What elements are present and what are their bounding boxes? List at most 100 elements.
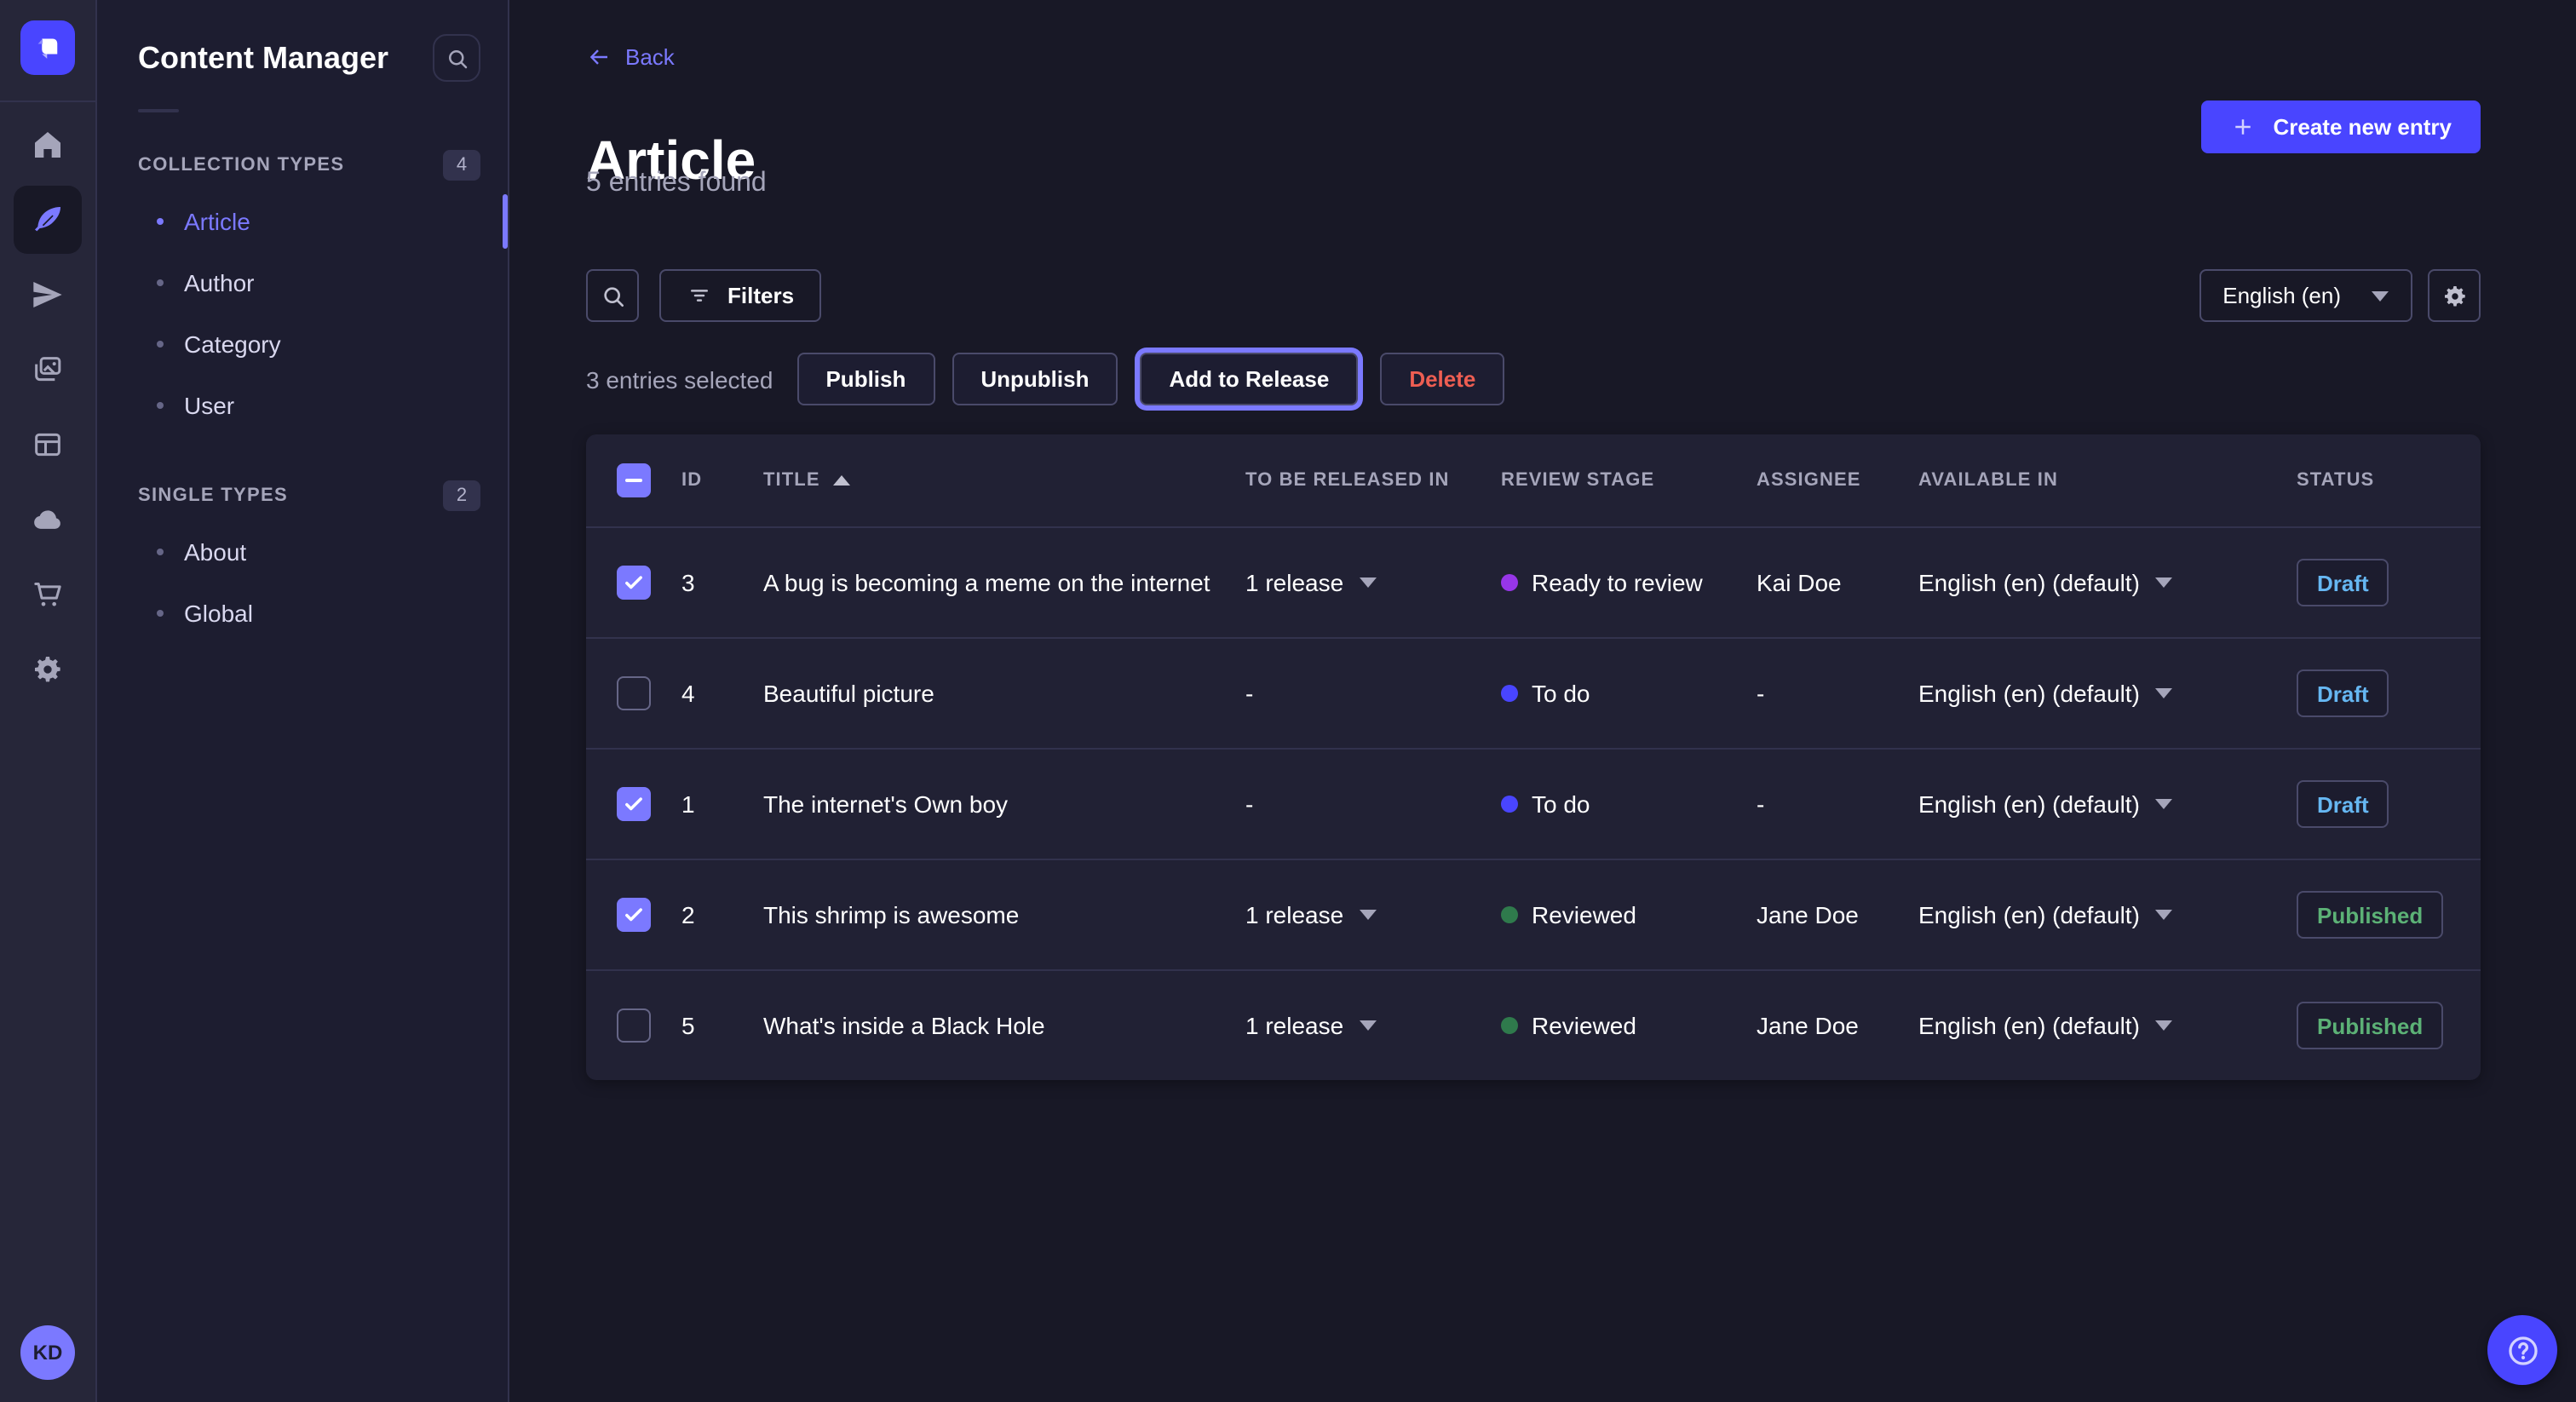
sidebar-item-category[interactable]: Category: [97, 313, 508, 375]
cell-title: Beautiful picture: [763, 680, 1245, 707]
sidebar-item-article[interactable]: Article: [97, 191, 508, 252]
cell-id: 1: [681, 790, 763, 818]
table-row[interactable]: 4 Beautiful picture -To do- English (en) (d…: [586, 637, 2481, 748]
rail-item-settings[interactable]: [14, 635, 82, 704]
table-row[interactable]: 2This shrimp is awesome1 releaseReviewed…: [586, 859, 2481, 969]
locale-dropdown[interactable]: English (en) (default): [1918, 569, 2172, 596]
rail-item-content-manager[interactable]: [14, 186, 82, 254]
sidebar-divider: [138, 109, 179, 112]
create-new-entry-label: Create new entry: [2273, 114, 2452, 140]
add-to-release-button[interactable]: Add to Release: [1140, 353, 1358, 405]
cell-assignee-text: Jane Doe: [1757, 901, 1859, 928]
release-dropdown[interactable]: 1 release: [1245, 1012, 1376, 1039]
locale-dropdown[interactable]: English (en) (default): [1918, 901, 2172, 928]
row-checkbox[interactable]: [617, 787, 651, 821]
unpublish-button[interactable]: Unpublish: [952, 353, 1118, 405]
locale-dropdown[interactable]: English (en) (default): [1918, 1012, 2172, 1039]
review-stage-label: Ready to review: [1532, 569, 1703, 596]
cell-review-stage: Reviewed: [1501, 901, 1757, 928]
table-row[interactable]: 3A bug is becoming a meme on the interne…: [586, 526, 2481, 637]
locale-dropdown[interactable]: English (en) (default): [1918, 790, 2172, 818]
check-icon: [622, 571, 646, 595]
strapi-logo[interactable]: [20, 20, 75, 75]
release-dropdown[interactable]: 1 release: [1245, 569, 1376, 596]
release-dropdown[interactable]: 1 release: [1245, 901, 1376, 928]
table-row[interactable]: 1The internet's Own boy-To do-English (e…: [586, 748, 2481, 859]
locale-select[interactable]: English (en): [2199, 269, 2412, 322]
locale-dropdown[interactable]: English (en) (default): [1918, 680, 2172, 707]
cell-title: A bug is becoming a meme on the internet: [763, 569, 1245, 596]
cell-review-stage: To do: [1501, 680, 1757, 707]
cell-id: 4: [681, 680, 763, 707]
row-checkbox[interactable]: [617, 1008, 651, 1043]
marketplace-icon: [31, 577, 65, 612]
help-button[interactable]: [2487, 1315, 2557, 1385]
delete-button[interactable]: Delete: [1380, 353, 1504, 405]
sidebar-item-global[interactable]: Global: [97, 583, 508, 644]
cell-title-text: A bug is becoming a meme on the internet: [763, 569, 1210, 596]
review-stage-label: To do: [1532, 790, 1590, 818]
sidebar-item-author[interactable]: Author: [97, 252, 508, 313]
release-empty-value: -: [1245, 790, 1253, 818]
rail-item-deploy[interactable]: [14, 261, 82, 329]
app-root: KD Content Manager COLLECTION TYPES4Arti…: [0, 0, 2576, 1402]
rail-item-marketplace[interactable]: [14, 560, 82, 629]
review-stage-dot-icon: [1501, 1017, 1518, 1034]
status-badge: Published: [2297, 1002, 2443, 1049]
cell-title: What's inside a Black Hole: [763, 1012, 1245, 1039]
column-header-label: REVIEW STAGE: [1501, 470, 1654, 491]
sidebar-search-button[interactable]: [433, 34, 480, 82]
rail-item-home[interactable]: [14, 111, 82, 179]
cell-to-be-released-in: 1 release: [1245, 901, 1501, 928]
column-header-id[interactable]: ID: [681, 470, 763, 491]
cell-available-in: English (en) (default): [1918, 1012, 2297, 1039]
back-label: Back: [625, 44, 675, 70]
column-header-review-stage[interactable]: REVIEW STAGE: [1501, 470, 1757, 491]
select-all-checkbox[interactable]: [617, 463, 651, 497]
release-value: 1 release: [1245, 569, 1343, 596]
cell-id-text: 4: [681, 680, 695, 707]
sidebar-item-label: User: [184, 392, 234, 419]
main-content: Back Article 5 entries found Create new …: [511, 0, 2576, 1402]
cell-id: 5: [681, 1012, 763, 1039]
rail-item-media-library[interactable]: [14, 336, 82, 404]
column-header-available-in[interactable]: AVAILABLE IN: [1918, 470, 2297, 491]
status-badge: Draft: [2297, 669, 2389, 717]
cell-assignee-text: -: [1757, 680, 1764, 707]
sidebar-item-about[interactable]: About: [97, 521, 508, 583]
column-header-to-be-released-in[interactable]: TO BE RELEASED IN: [1245, 470, 1501, 491]
cell-to-be-released-in: -: [1245, 680, 1501, 707]
column-header-title[interactable]: TITLE: [763, 470, 1245, 491]
filters-button[interactable]: Filters: [659, 269, 821, 322]
home-icon: [31, 128, 65, 162]
sidebar-item-label: Global: [184, 600, 253, 627]
chevron-down-icon: [2155, 910, 2172, 920]
row-checkbox[interactable]: [617, 566, 651, 600]
column-header-assignee[interactable]: ASSIGNEE: [1757, 470, 1918, 491]
cell-title: This shrimp is awesome: [763, 901, 1245, 928]
section-label: SINGLE TYPES: [138, 486, 288, 506]
rail-item-cloud[interactable]: [14, 486, 82, 554]
bullet-icon: [157, 341, 164, 348]
cloud-icon: [31, 503, 65, 537]
content-type-builder-icon: [31, 428, 65, 462]
sidebar-item-user[interactable]: User: [97, 375, 508, 436]
back-link[interactable]: Back: [586, 44, 675, 70]
cell-title-text: Beautiful picture: [763, 680, 934, 707]
create-new-entry-button[interactable]: Create new entry: [2201, 101, 2481, 153]
chevron-down-icon: [1359, 910, 1376, 920]
user-avatar[interactable]: KD: [20, 1325, 75, 1380]
search-button[interactable]: [586, 269, 639, 322]
cell-to-be-released-in: 1 release: [1245, 1012, 1501, 1039]
rail-item-content-type-builder[interactable]: [14, 411, 82, 479]
row-checkbox[interactable]: [617, 898, 651, 932]
cell-assignee: -: [1757, 790, 1918, 818]
view-settings-button[interactable]: [2428, 269, 2481, 322]
table-row[interactable]: 5What's inside a Black Hole1 releaseRevi…: [586, 969, 2481, 1080]
column-header-status[interactable]: STATUS: [2297, 470, 2481, 491]
publish-button[interactable]: Publish: [796, 353, 934, 405]
entries-count: 5 entries found: [586, 169, 767, 199]
active-indicator: [503, 194, 508, 249]
column-header-label: TITLE: [763, 470, 820, 491]
row-checkbox[interactable]: [617, 676, 651, 710]
